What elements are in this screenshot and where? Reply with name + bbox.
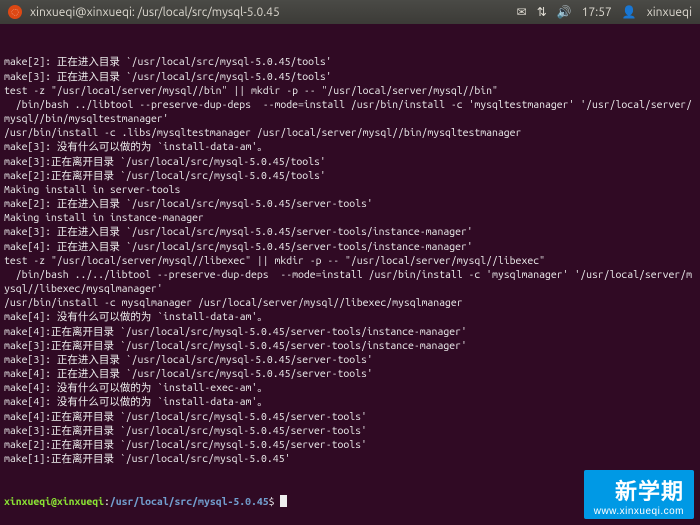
top-menubar: ◌ xinxueqi@xinxueqi: /usr/local/src/mysq…	[0, 0, 700, 24]
terminal-line: make[4]: 没有什么可以做的为 `install-data-am'。	[4, 309, 696, 323]
terminal-line: /usr/bin/install -c mysqlmanager /usr/lo…	[4, 295, 696, 309]
ubuntu-logo-icon[interactable]: ◌	[8, 5, 22, 19]
terminal-output: make[2]: 正在进入目录 `/usr/local/src/mysql-5.…	[4, 54, 696, 465]
terminal-line: /usr/bin/install -c .libs/mysqltestmanag…	[4, 125, 696, 139]
window-title: xinxueqi@xinxueqi: /usr/local/src/mysql-…	[30, 6, 280, 19]
terminal-line: make[3]:正在离开目录 `/usr/local/src/mysql-5.0…	[4, 338, 696, 352]
title-path: /usr/local/src/mysql-5.0.45	[138, 6, 280, 19]
watermark: 新学期 www.xinxueqi.com	[584, 470, 694, 519]
terminal-line: make[3]: 正在进入目录 `/usr/local/src/mysql-5.…	[4, 69, 696, 83]
terminal-line: make[4]: 没有什么可以做的为 `install-exec-am'。	[4, 380, 696, 394]
terminal-line: make[3]:正在离开目录 `/usr/local/src/mysql-5.0…	[4, 154, 696, 168]
watermark-url: www.xinxueqi.com	[594, 506, 684, 517]
network-icon[interactable]: ⇅	[537, 5, 547, 19]
terminal-line: make[3]: 正在进入目录 `/usr/local/src/mysql-5.…	[4, 352, 696, 366]
title-user: xinxueqi@xinxueqi	[30, 6, 132, 19]
terminal-line: make[4]: 正在进入目录 `/usr/local/src/mysql-5.…	[4, 239, 696, 253]
terminal-line: make[4]: 正在进入目录 `/usr/local/src/mysql-5.…	[4, 366, 696, 380]
prompt-dollar: $	[269, 495, 275, 507]
terminal-line: make[1]:正在离开目录 `/usr/local/src/mysql-5.0…	[4, 451, 696, 465]
terminal[interactable]: make[2]: 正在进入目录 `/usr/local/src/mysql-5.…	[0, 24, 700, 525]
clock[interactable]: 17:57	[582, 6, 612, 19]
terminal-line: test -z "/usr/local/server/mysql//bin" |…	[4, 83, 696, 97]
terminal-line: make[2]:正在离开目录 `/usr/local/src/mysql-5.0…	[4, 437, 696, 451]
volume-icon[interactable]: 🔊	[557, 5, 572, 19]
menubar-left: ◌ xinxueqi@xinxueqi: /usr/local/src/mysq…	[8, 5, 280, 19]
terminal-line: make[2]:正在离开目录 `/usr/local/src/mysql-5.0…	[4, 168, 696, 182]
terminal-line: Making install in instance-manager	[4, 210, 696, 224]
terminal-line: make[2]: 正在进入目录 `/usr/local/src/mysql-5.…	[4, 196, 696, 210]
terminal-line: make[2]: 正在进入目录 `/usr/local/src/mysql-5.…	[4, 54, 696, 68]
terminal-line: make[3]: 没有什么可以做的为 `install-data-am'。	[4, 139, 696, 153]
terminal-line: make[3]:正在离开目录 `/usr/local/src/mysql-5.0…	[4, 423, 696, 437]
terminal-line: test -z "/usr/local/server/mysql//libexe…	[4, 253, 696, 267]
terminal-line: Making install in server-tools	[4, 182, 696, 196]
username-label[interactable]: xinxueqi	[647, 6, 692, 19]
terminal-line: make[3]: 正在进入目录 `/usr/local/src/mysql-5.…	[4, 224, 696, 238]
terminal-line: make[4]: 没有什么可以做的为 `install-data-am'。	[4, 394, 696, 408]
terminal-line: /bin/bash ../libtool --preserve-dup-deps…	[4, 97, 696, 125]
terminal-line: /bin/bash ../../libtool --preserve-dup-d…	[4, 267, 696, 295]
user-icon[interactable]: 👤	[622, 5, 637, 19]
prompt-path: /usr/local/src/mysql-5.0.45	[110, 495, 269, 507]
watermark-text: 新学期	[594, 474, 684, 506]
terminal-line: make[4]:正在离开目录 `/usr/local/src/mysql-5.0…	[4, 409, 696, 423]
terminal-line: make[4]:正在离开目录 `/usr/local/src/mysql-5.0…	[4, 324, 696, 338]
menubar-right: ✉ ⇅ 🔊 17:57 👤 xinxueqi	[517, 5, 692, 19]
mail-icon[interactable]: ✉	[517, 5, 527, 19]
cursor-icon	[280, 495, 287, 507]
prompt-user: xinxueqi@xinxueqi	[4, 495, 104, 507]
